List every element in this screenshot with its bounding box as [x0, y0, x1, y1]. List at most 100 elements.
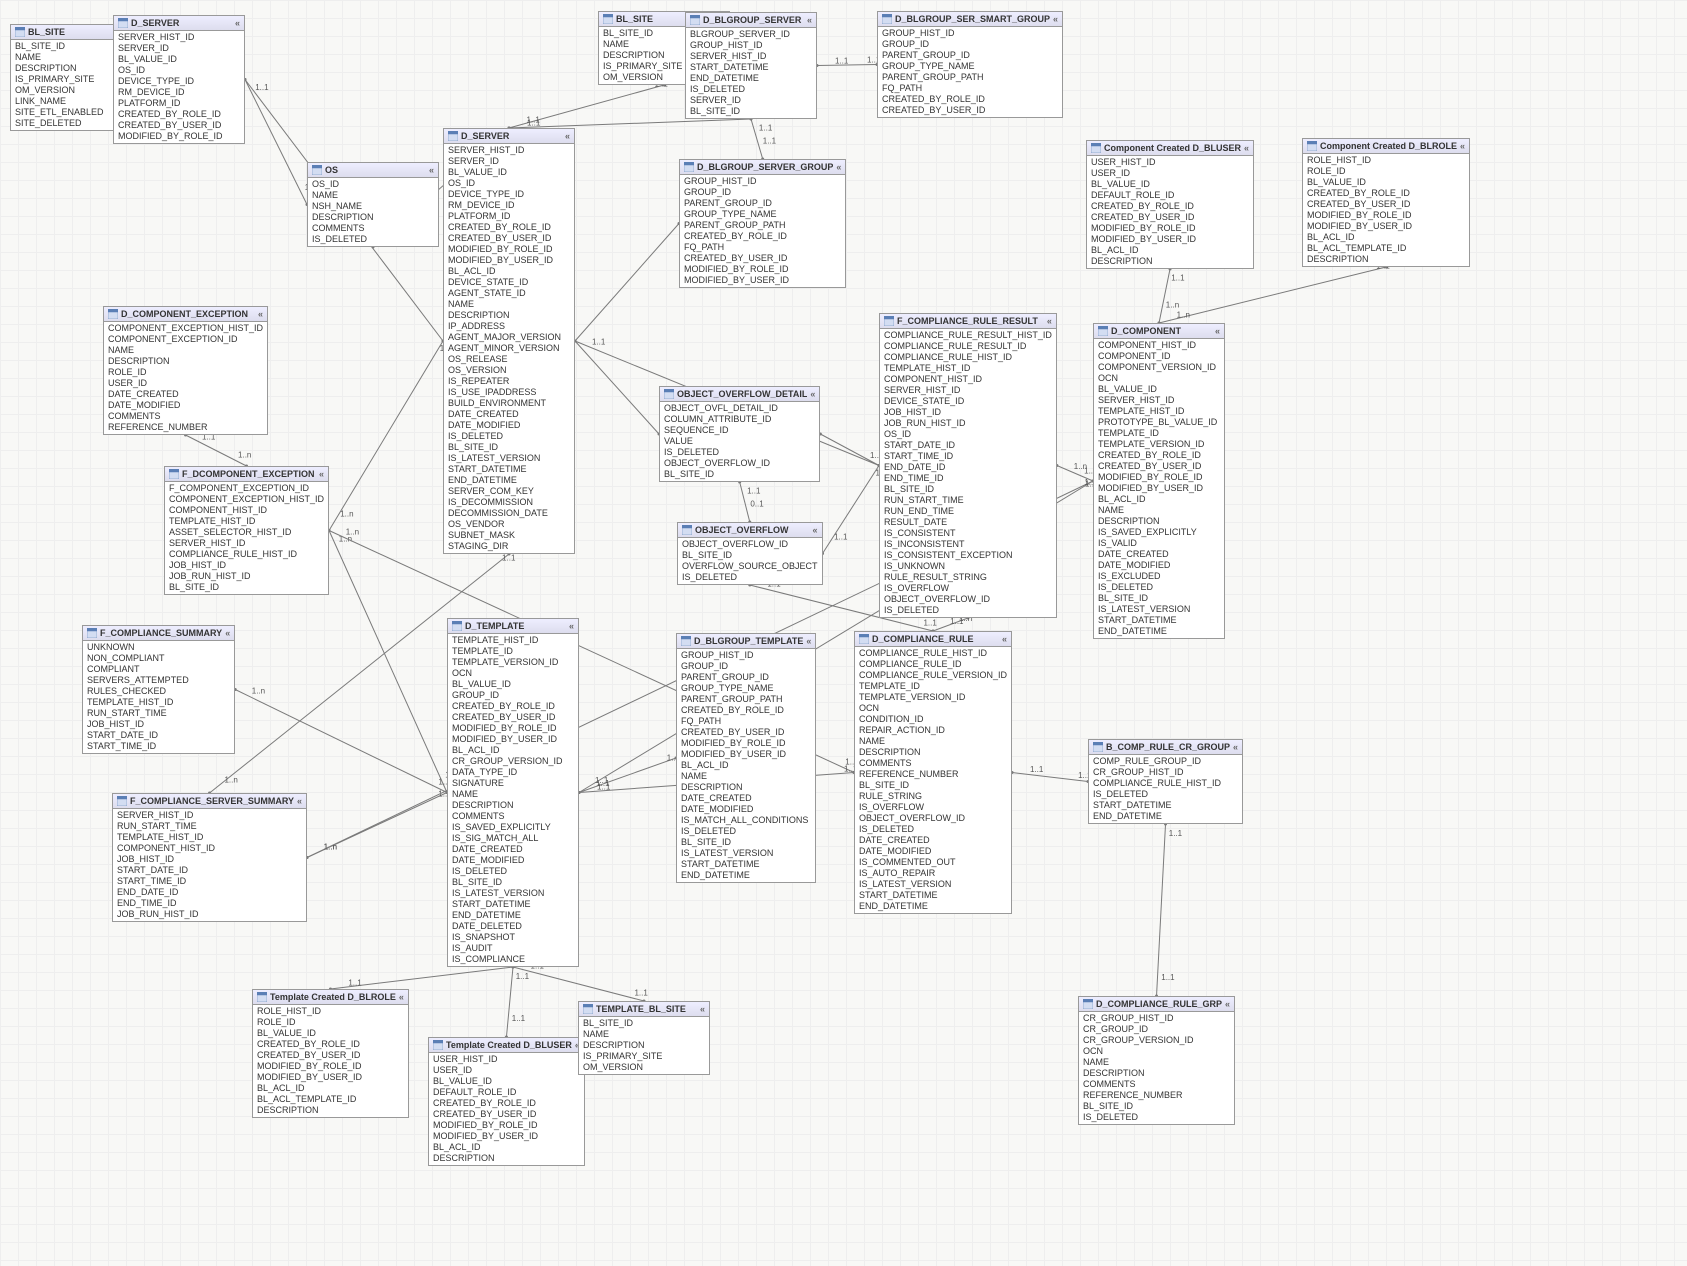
collapse-icon[interactable]: « [319, 469, 324, 479]
entity-d_component[interactable]: D_COMPONENT«COMPONENT_HIST_IDCOMPONENT_I… [1093, 323, 1225, 639]
entity-comp_created_bluser[interactable]: Component Created D_BLUSER«USER_HIST_IDU… [1086, 140, 1254, 269]
table-icon [452, 621, 462, 631]
collapse-icon[interactable]: « [225, 628, 230, 638]
entity-header[interactable]: D_SERVER« [114, 16, 244, 31]
column: RM_DEVICE_ID [114, 87, 244, 98]
column: COMPONENT_EXCEPTION_HIST_ID [104, 323, 267, 334]
entity-header[interactable]: D_COMPONENT« [1094, 324, 1224, 339]
column: NAME [308, 190, 438, 201]
entity-header[interactable]: D_COMPLIANCE_RULE« [855, 632, 1011, 647]
column: JOB_HIST_ID [113, 854, 306, 865]
column: SERVER_HIST_ID [165, 538, 328, 549]
entity-f_compliance_server_summary[interactable]: F_COMPLIANCE_SERVER_SUMMARY«SERVER_HIST_… [112, 793, 307, 922]
column: BL_SITE_ID [1079, 1101, 1234, 1112]
column: TEMPLATE_ID [1094, 428, 1224, 439]
entity-b_comp_rule_cr_group[interactable]: B_COMP_RULE_CR_GROUP«COMP_RULE_GROUP_IDC… [1088, 739, 1243, 824]
entity-header[interactable]: OBJECT_OVERFLOW« [678, 523, 822, 538]
collapse-icon[interactable]: « [1460, 141, 1465, 151]
entity-object_overflow[interactable]: OBJECT_OVERFLOW«OBJECT_OVERFLOW_IDBL_SIT… [677, 522, 823, 585]
entity-header[interactable]: Template Created D_BLUSER« [429, 1038, 584, 1053]
collapse-icon[interactable]: « [1225, 999, 1230, 1009]
column: SERVER_ID [114, 43, 244, 54]
collapse-icon[interactable]: « [258, 309, 263, 319]
entity-os[interactable]: OS«OS_IDNAMENSH_NAMEDESCRIPTIONCOMMENTSI… [307, 162, 439, 247]
entity-header[interactable]: Component Created D_BLUSER« [1087, 141, 1253, 156]
column: MODIFIED_BY_USER_ID [1087, 234, 1253, 245]
entity-f_dcomponent_exception[interactable]: F_DCOMPONENT_EXCEPTION«F_COMPONENT_EXCEP… [164, 466, 329, 595]
entity-template_created_bluser[interactable]: Template Created D_BLUSER«USER_HIST_IDUS… [428, 1037, 585, 1166]
entity-d_blgroup_server[interactable]: D_BLGROUP_SERVER«BLGROUP_SERVER_IDGROUP_… [685, 12, 817, 119]
entity-template_created_blrole[interactable]: Template Created D_BLROLE«ROLE_HIST_IDRO… [252, 989, 409, 1118]
column: MODIFIED_BY_USER_ID [680, 275, 845, 286]
entity-header[interactable]: Template Created D_BLROLE« [253, 990, 408, 1005]
entity-d_template[interactable]: D_TEMPLATE«TEMPLATE_HIST_IDTEMPLATE_IDTE… [447, 618, 579, 967]
entity-header[interactable]: F_COMPLIANCE_SERVER_SUMMARY« [113, 794, 306, 809]
column: COMPONENT_HIST_ID [113, 843, 306, 854]
entity-header[interactable]: D_COMPLIANCE_RULE_GRP« [1079, 997, 1234, 1012]
entity-header[interactable]: D_COMPONENT_EXCEPTION« [104, 307, 267, 322]
collapse-icon[interactable]: « [429, 165, 434, 175]
collapse-icon[interactable]: « [399, 992, 404, 1002]
entity-d_compliance_rule_grp[interactable]: D_COMPLIANCE_RULE_GRP«CR_GROUP_HIST_IDCR… [1078, 996, 1235, 1125]
collapse-icon[interactable]: « [565, 131, 570, 141]
entity-d_component_exception[interactable]: D_COMPONENT_EXCEPTION«COMPONENT_EXCEPTIO… [103, 306, 268, 435]
entity-header[interactable]: F_DCOMPONENT_EXCEPTION« [165, 467, 328, 482]
entity-title: F_COMPLIANCE_SUMMARY [100, 628, 222, 638]
table-icon [1093, 742, 1103, 752]
collapse-icon[interactable]: « [807, 15, 812, 25]
entity-header[interactable]: F_COMPLIANCE_RULE_RESULT« [880, 314, 1056, 329]
entity-comp_created_blrole[interactable]: Component Created D_BLROLE«ROLE_HIST_IDR… [1302, 138, 1470, 267]
entity-d_compliance_rule[interactable]: D_COMPLIANCE_RULE«COMPLIANCE_RULE_HIST_I… [854, 631, 1012, 914]
entity-header[interactable]: D_TEMPLATE« [448, 619, 578, 634]
entity-header[interactable]: OS« [308, 163, 438, 178]
entity-f_compliance_rule_result[interactable]: F_COMPLIANCE_RULE_RESULT«COMPLIANCE_RULE… [879, 313, 1057, 618]
entity-header[interactable]: OBJECT_OVERFLOW_DETAIL« [660, 387, 819, 402]
entity-header[interactable]: Component Created D_BLROLE« [1303, 139, 1469, 154]
collapse-icon[interactable]: « [235, 18, 240, 28]
collapse-icon[interactable]: « [1233, 742, 1238, 752]
column: START_DATETIME [1089, 800, 1242, 811]
column: BL_SITE_ID [579, 1018, 709, 1029]
entity-header[interactable]: TEMPLATE_BL_SITE« [579, 1002, 709, 1017]
column: NAME [104, 345, 267, 356]
entity-header[interactable]: F_COMPLIANCE_SUMMARY« [83, 626, 234, 641]
entity-template_bl_site[interactable]: TEMPLATE_BL_SITE«BL_SITE_IDNAMEDESCRIPTI… [578, 1001, 710, 1075]
collapse-icon[interactable]: « [569, 621, 574, 631]
column-list: UNKNOWNNON_COMPLIANTCOMPLIANTSERVERS_ATT… [83, 641, 234, 753]
collapse-icon[interactable]: « [1002, 634, 1007, 644]
entity-header[interactable]: D_BLGROUP_SERVER« [686, 13, 816, 28]
column: OS_VENDOR [444, 519, 574, 530]
collapse-icon[interactable]: « [836, 162, 841, 172]
column: IS_OVERFLOW [855, 802, 1011, 813]
collapse-icon[interactable]: « [810, 389, 815, 399]
erd-canvas[interactable]: 1..11..11..11..11..11..n1..11..11..11..1… [0, 0, 1687, 1266]
entity-header[interactable]: D_BLGROUP_SERVER_GROUP« [680, 160, 845, 175]
entity-d_server2[interactable]: D_SERVER«SERVER_HIST_IDSERVER_IDBL_VALUE… [443, 128, 575, 554]
svg-text:1..n: 1..n [224, 775, 237, 784]
collapse-icon[interactable]: « [700, 1004, 705, 1014]
collapse-icon[interactable]: « [1053, 14, 1058, 24]
entity-d_blgroup_ser_smart_group[interactable]: D_BLGROUP_SER_SMART_GROUP«GROUP_HIST_IDG… [877, 11, 1063, 118]
entity-object_overflow_detail[interactable]: OBJECT_OVERFLOW_DETAIL«OBJECT_OVFL_DETAI… [659, 386, 820, 482]
collapse-icon[interactable]: « [806, 636, 811, 646]
entity-d_blgroup_template[interactable]: D_BLGROUP_TEMPLATE«GROUP_HIST_IDGROUP_ID… [676, 633, 816, 883]
column: BL_SITE_ID [855, 780, 1011, 791]
entity-d_blgroup_server_group[interactable]: D_BLGROUP_SERVER_GROUP«GROUP_HIST_IDGROU… [679, 159, 846, 288]
collapse-icon[interactable]: « [1244, 143, 1249, 153]
entity-header[interactable]: D_BLGROUP_SER_SMART_GROUP« [878, 12, 1062, 27]
entity-header[interactable]: D_SERVER« [444, 129, 574, 144]
svg-text:1..1: 1..1 [502, 554, 516, 563]
column: BL_ACL_ID [1303, 232, 1469, 243]
column: TEMPLATE_HIST_ID [448, 635, 578, 646]
column: MODIFIED_BY_USER_ID [1303, 221, 1469, 232]
collapse-icon[interactable]: « [1047, 316, 1052, 326]
entity-f_compliance_summary[interactable]: F_COMPLIANCE_SUMMARY«UNKNOWNNON_COMPLIAN… [82, 625, 235, 754]
collapse-icon[interactable]: « [1215, 326, 1220, 336]
entity-d_server1[interactable]: D_SERVER«SERVER_HIST_IDSERVER_IDBL_VALUE… [113, 15, 245, 144]
column: START_DATE_ID [83, 730, 234, 741]
entity-header[interactable]: D_BLGROUP_TEMPLATE« [677, 634, 815, 649]
entity-header[interactable]: B_COMP_RULE_CR_GROUP« [1089, 740, 1242, 755]
table-icon [433, 1040, 443, 1050]
collapse-icon[interactable]: « [813, 525, 818, 535]
collapse-icon[interactable]: « [297, 796, 302, 806]
